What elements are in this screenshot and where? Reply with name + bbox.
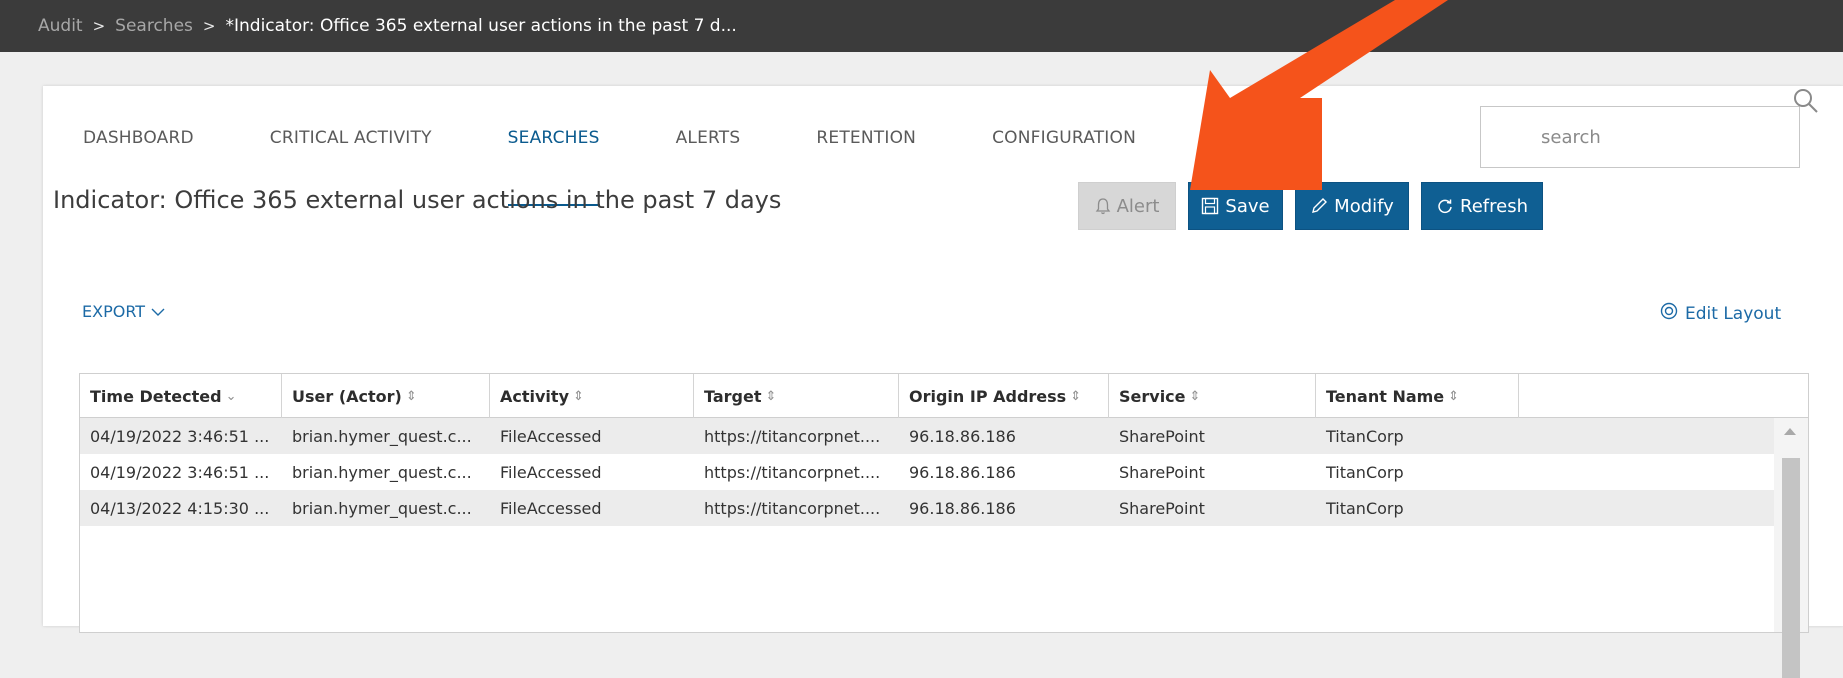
edit-layout-label: Edit Layout <box>1685 303 1782 324</box>
sort-icon: ⇕ <box>405 388 417 404</box>
bell-icon <box>1095 197 1111 215</box>
cell-origin-ip: 96.18.86.186 <box>909 462 1016 482</box>
scroll-up-arrow-icon[interactable] <box>1784 428 1796 435</box>
annotation-arrow-icon <box>1190 0 1448 190</box>
sort-icon: ⇕ <box>1448 388 1460 404</box>
column-header-label: Time Detected <box>90 386 222 406</box>
sort-icon: ⇕ <box>1189 388 1201 404</box>
column-header-spacer <box>1519 374 1553 418</box>
cell-target: https://titancorpnet.... <box>704 498 881 518</box>
column-header-origin-ip[interactable]: Origin IP Address ⇕ <box>899 374 1109 418</box>
column-header-user-actor[interactable]: User (Actor) ⇕ <box>282 374 490 418</box>
scrollbar-thumb[interactable] <box>1782 458 1800 678</box>
refresh-button-label: Refresh <box>1460 195 1528 217</box>
cell-time-detected: 04/19/2022 3:46:51 ... <box>90 426 270 446</box>
sort-icon: ⇕ <box>765 388 777 404</box>
cell-time-detected: 04/13/2022 4:15:30 ... <box>90 498 270 518</box>
table-header: Time Detected ⌄ User (Actor) ⇕ Activity … <box>80 374 1808 418</box>
export-dropdown[interactable]: EXPORT <box>82 302 165 321</box>
tab-dashboard[interactable]: DASHBOARD <box>83 124 194 174</box>
cell-target: https://titancorpnet.... <box>704 462 881 482</box>
export-label: EXPORT <box>82 302 146 321</box>
cell-target: https://titancorpnet.... <box>704 426 881 446</box>
column-header-service[interactable]: Service ⇕ <box>1109 374 1316 418</box>
refresh-icon <box>1436 197 1454 215</box>
table-row[interactable]: 04/13/2022 4:15:30 ... brian.hymer_quest… <box>80 490 1808 526</box>
cell-origin-ip: 96.18.86.186 <box>909 426 1016 446</box>
vertical-scrollbar[interactable] <box>1774 418 1808 678</box>
alert-button[interactable]: Alert <box>1078 182 1176 230</box>
sort-desc-icon: ⌄ <box>225 388 237 404</box>
cell-origin-ip: 96.18.86.186 <box>909 498 1016 518</box>
cell-activity: FileAccessed <box>500 426 602 446</box>
column-header-label: Service <box>1119 386 1186 406</box>
gear-icon <box>1659 301 1679 326</box>
cell-user-actor: brian.hymer_quest.c... <box>292 426 472 446</box>
cell-service: SharePoint <box>1119 498 1205 518</box>
breadcrumb-audit[interactable]: Audit <box>38 16 83 36</box>
edit-layout-link[interactable]: Edit Layout <box>1659 301 1781 326</box>
breadcrumb-separator: > <box>92 17 106 35</box>
sort-icon: ⇕ <box>573 388 584 404</box>
breadcrumb-current: *Indicator: Office 365 external user act… <box>225 16 737 36</box>
nav-tabs: DASHBOARD CRITICAL ACTIVITY SEARCHES ALE… <box>83 124 1212 206</box>
tab-configuration[interactable]: CONFIGURATION <box>992 124 1136 174</box>
column-header-label: Origin IP Address <box>909 386 1067 406</box>
cell-service: SharePoint <box>1119 462 1205 482</box>
cell-tenant-name: TitanCorp <box>1326 462 1404 482</box>
floppy-icon <box>1201 197 1219 215</box>
cell-tenant-name: TitanCorp <box>1326 426 1404 446</box>
table-row[interactable]: 04/19/2022 3:46:51 ... brian.hymer_quest… <box>80 418 1808 454</box>
cell-time-detected: 04/19/2022 3:46:51 ... <box>90 462 270 482</box>
column-header-label: Activity <box>500 386 569 406</box>
modify-button-label: Modify <box>1334 195 1394 217</box>
results-table: Time Detected ⌄ User (Actor) ⇕ Activity … <box>79 373 1809 678</box>
cell-user-actor: brian.hymer_quest.c... <box>292 498 472 518</box>
tab-critical-activity[interactable]: CRITICAL ACTIVITY <box>270 124 432 174</box>
cell-user-actor: brian.hymer_quest.c... <box>292 462 472 482</box>
alert-button-label: Alert <box>1116 195 1160 217</box>
breadcrumb-separator: > <box>202 17 216 35</box>
column-header-label: Tenant Name <box>1326 386 1445 406</box>
breadcrumb-searches[interactable]: Searches <box>115 16 193 36</box>
sort-icon: ⇕ <box>1070 388 1082 404</box>
table-row[interactable]: 04/19/2022 3:46:51 ... brian.hymer_quest… <box>80 454 1808 490</box>
column-header-time-detected[interactable]: Time Detected ⌄ <box>80 374 282 418</box>
page-title: Indicator: Office 365 external user acti… <box>53 186 782 214</box>
chevron-down-icon <box>151 302 165 321</box>
cell-service: SharePoint <box>1119 426 1205 446</box>
cell-activity: FileAccessed <box>500 498 602 518</box>
pencil-icon <box>1310 197 1328 215</box>
column-header-label: User (Actor) <box>292 386 402 406</box>
tab-alerts[interactable]: ALERTS <box>676 124 741 174</box>
cell-activity: FileAccessed <box>500 462 602 482</box>
column-header-activity[interactable]: Activity ⇕ <box>490 374 694 418</box>
cell-tenant-name: TitanCorp <box>1326 498 1404 518</box>
column-header-label: Target <box>704 386 762 406</box>
magnifier-icon[interactable] <box>1791 86 1821 116</box>
tab-retention[interactable]: RETENTION <box>816 124 916 174</box>
column-header-target[interactable]: Target ⇕ <box>694 374 899 418</box>
column-header-tenant-name[interactable]: Tenant Name ⇕ <box>1316 374 1519 418</box>
save-button-label: Save <box>1225 195 1270 217</box>
